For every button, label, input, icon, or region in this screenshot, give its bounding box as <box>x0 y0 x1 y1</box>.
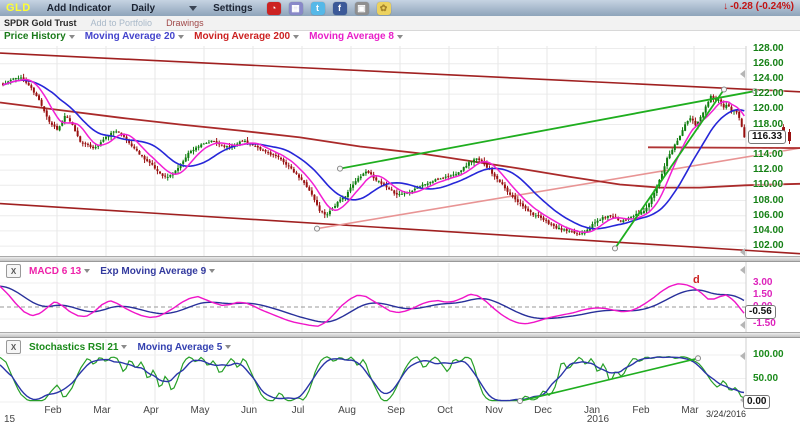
chevron-down-icon <box>84 269 90 273</box>
symbol-fullname: SPDR Gold Trust <box>4 18 77 28</box>
change-value: -0.28 (-0.24%) <box>730 1 794 12</box>
month-axis-label: Jan <box>572 405 612 416</box>
macd-panel-header: X MACD 6 13 Exp Moving Average 9 <box>6 264 215 278</box>
collapse-arrow-icon[interactable] <box>740 70 745 78</box>
price-tick-label: 120.00 <box>753 103 784 114</box>
month-axis-label: Dec <box>523 405 563 416</box>
add-to-portfolio-link[interactable]: Add to Portfolio <box>91 18 153 28</box>
month-axis-label: Jul <box>278 405 318 416</box>
last-price-marker <box>788 132 791 141</box>
down-arrow-icon: ↓ <box>723 1 728 12</box>
toolbar: GLD Add Indicator Daily Settings ◔▦tf▣✿ … <box>0 0 800 16</box>
drawing-handle[interactable] <box>518 399 523 404</box>
cube-icon[interactable]: ▦ <box>289 2 303 15</box>
chevron-down-icon <box>209 269 215 273</box>
chevron-down-icon <box>178 35 184 39</box>
month-axis-label: Feb <box>621 405 661 416</box>
price-tick-label: 126.00 <box>753 58 784 69</box>
macd-value-box: -0.56 <box>745 305 776 319</box>
month-axis-label: Mar <box>670 405 710 416</box>
indicator-ma5[interactable]: Moving Average 5 <box>137 342 231 353</box>
month-axis-label: Feb <box>33 405 73 416</box>
month-axis-label: Mar <box>82 405 122 416</box>
stoch-value-box: 0.00 <box>743 395 770 409</box>
indicator-stochastics-rsi[interactable]: Stochastics RSI 21 <box>29 342 127 353</box>
chevron-down-icon <box>397 35 403 39</box>
indicator-price-history[interactable]: Price History <box>4 31 75 42</box>
chevron-down-icon <box>293 35 299 39</box>
text-annotation-d[interactable]: d <box>693 274 700 286</box>
collapse-arrow-icon[interactable] <box>740 266 745 274</box>
stoch-tick-label: 100.00 <box>753 349 784 360</box>
price-tick-label: 106.00 <box>753 210 784 221</box>
symbol-subbar: SPDR Gold Trust Add to Portfolio Drawing… <box>0 16 800 31</box>
month-axis-label: Jun <box>229 405 269 416</box>
macd-tick-label: 1.50 <box>753 289 772 300</box>
price-panel-header: Price History Moving Average 20 Moving A… <box>4 31 403 42</box>
macd-tick-label: -1.50 <box>753 318 776 329</box>
chart-canvas[interactable] <box>0 0 800 426</box>
drawing-handle[interactable] <box>613 246 618 251</box>
facebook-icon[interactable]: f <box>333 2 347 15</box>
price-tick-label: 110.00 <box>753 179 783 190</box>
drawing-handle[interactable] <box>315 226 320 231</box>
price-tick-label: 124.00 <box>753 73 784 84</box>
stoch-tick-label: 50.00 <box>753 373 778 384</box>
interval-dropdown[interactable]: Daily <box>131 3 197 14</box>
last-price-box: 116.33 <box>748 130 786 144</box>
symbol-label: GLD <box>6 2 31 14</box>
add-indicator-button[interactable]: Add Indicator <box>47 3 111 14</box>
alarm-icon[interactable]: ◔ <box>267 2 281 15</box>
chart-application-window: GLD Add Indicator Daily Settings ◔▦tf▣✿ … <box>0 0 800 426</box>
indicator-ma8[interactable]: Moving Average 8 <box>309 31 403 42</box>
price-tick-label: 122.00 <box>753 88 784 99</box>
month-axis-label: Sep <box>376 405 416 416</box>
close-panel-button[interactable]: X <box>6 264 21 278</box>
month-axis-label: May <box>180 405 220 416</box>
close-panel-button[interactable]: X <box>6 340 21 354</box>
indicator-macd[interactable]: MACD 6 13 <box>29 266 90 277</box>
toolbar-icons: ◔ ▦ tf ▣ ✿ <box>267 2 391 15</box>
month-axis-label: Nov <box>474 405 514 416</box>
price-change-indicator: ↓ -0.28 (-0.24%) <box>723 1 794 12</box>
share-icon[interactable]: ✿ <box>377 2 391 15</box>
camera-icon[interactable]: ▣ <box>355 2 369 15</box>
macd-line <box>0 284 744 326</box>
price-tick-label: 128.00 <box>753 43 784 54</box>
price-tick-label: 112.00 <box>753 164 783 175</box>
stoch-panel-header: X Stochastics RSI 21 Moving Average 5 <box>6 340 231 354</box>
chevron-down-icon <box>121 345 127 349</box>
chevron-down-icon <box>189 6 197 11</box>
settings-button[interactable]: Settings <box>213 3 252 14</box>
chevron-down-icon <box>69 35 75 39</box>
interval-value: Daily <box>131 3 155 14</box>
twitter-icon[interactable]: t <box>311 2 325 15</box>
indicator-ma200[interactable]: Moving Average 200 <box>194 31 299 42</box>
price-tick-label: 114.00 <box>753 149 783 160</box>
ma8-line <box>3 80 744 233</box>
drawing-handle[interactable] <box>338 166 343 171</box>
drawings-link[interactable]: Drawings <box>166 18 204 28</box>
macd-tick-label: 3.00 <box>753 277 772 288</box>
month-axis-label: Apr <box>131 405 171 416</box>
drawing-handle[interactable] <box>722 87 727 92</box>
price-tick-label: 118.00 <box>753 119 783 130</box>
month-axis-label: Oct <box>425 405 465 416</box>
drawing-handle[interactable] <box>696 356 701 361</box>
panel-splitter[interactable] <box>0 256 800 262</box>
collapse-arrow-icon[interactable] <box>740 352 745 360</box>
start-year-label: 15 <box>4 414 15 425</box>
indicator-ma20[interactable]: Moving Average 20 <box>85 31 184 42</box>
last-date-label: 3/24/2016 <box>706 409 746 419</box>
price-tick-label: 104.00 <box>753 225 784 236</box>
macd-signal-line <box>0 286 744 322</box>
price-tick-label: 102.00 <box>753 240 784 251</box>
collapse-arrow-icon[interactable] <box>740 248 745 256</box>
chevron-down-icon <box>225 345 231 349</box>
price-tick-label: 108.00 <box>753 195 784 206</box>
panel-splitter[interactable] <box>0 332 800 338</box>
indicator-exp-ma9[interactable]: Exp Moving Average 9 <box>100 266 215 277</box>
month-axis-label: Aug <box>327 405 367 416</box>
collapse-arrow-icon[interactable] <box>740 321 745 329</box>
